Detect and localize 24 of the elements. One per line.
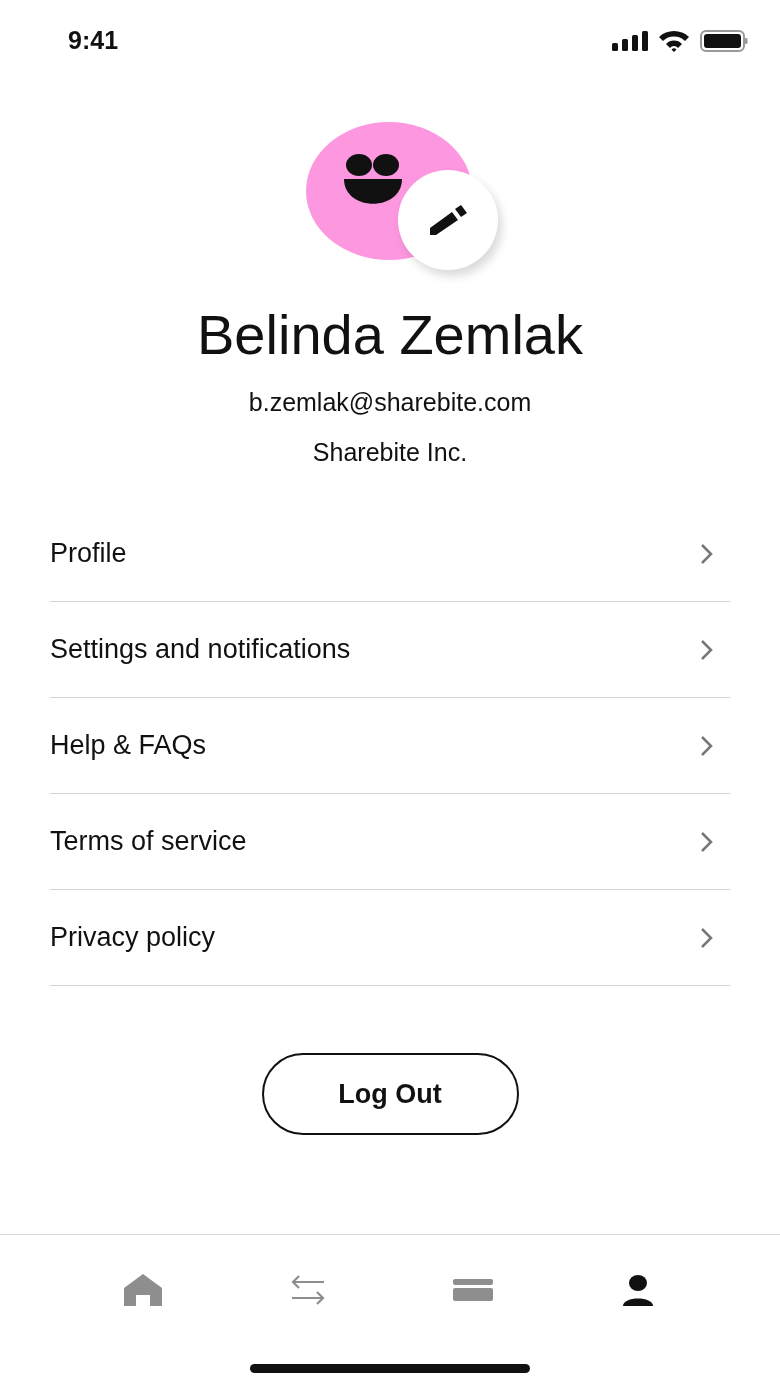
chevron-right-icon — [700, 926, 714, 949]
log-out-button[interactable]: Log Out — [261, 1053, 519, 1135]
chevron-right-icon — [700, 638, 714, 661]
user-email: b.zemlak@sharebite.com — [248, 387, 532, 418]
edit-avatar-button[interactable] — [398, 170, 498, 270]
menu-item[interactable]: Privacy policy — [50, 890, 730, 986]
menu-item[interactable]: Settings and notifications — [50, 602, 730, 698]
company-name: Sharebite Inc. — [312, 437, 468, 468]
chevron-right-icon — [700, 542, 714, 565]
swap-arrows-icon[interactable] — [289, 1274, 326, 1306]
chevron-right-icon — [700, 734, 714, 757]
pencil-icon — [428, 204, 468, 236]
home-icon[interactable] — [122, 1273, 163, 1307]
card-icon[interactable] — [452, 1279, 493, 1301]
menu-item[interactable]: Profile — [50, 506, 730, 602]
person-icon[interactable] — [622, 1274, 653, 1306]
user-name: Belinda Zemlak — [197, 302, 583, 368]
menu-item[interactable]: Help & FAQs — [50, 698, 730, 794]
battery-icon — [700, 30, 748, 52]
wifi-icon — [658, 30, 690, 52]
signal-icon — [612, 31, 648, 51]
menu-item[interactable]: Terms of service — [50, 794, 730, 890]
chevron-right-icon — [700, 830, 714, 853]
status-time: 9:41 — [68, 25, 119, 57]
